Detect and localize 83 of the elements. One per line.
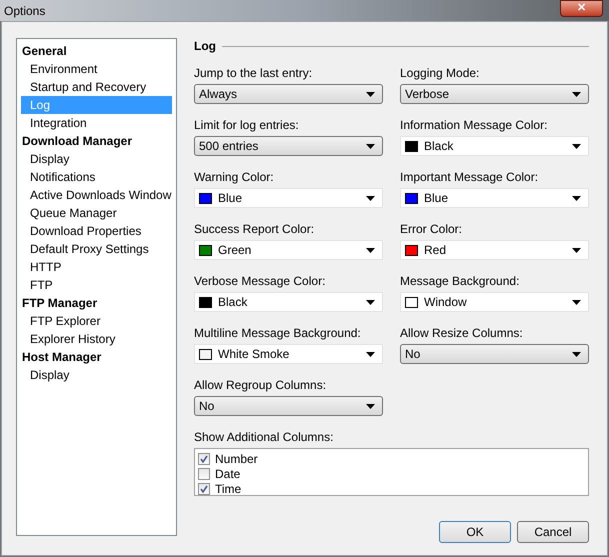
dropdown[interactable]: No: [400, 344, 589, 364]
field-label: Show Additional Columns:: [194, 430, 334, 444]
dropdown-value: Red: [424, 242, 446, 259]
dropdown-caret-icon: [366, 92, 375, 96]
field-label: Success Report Color:: [194, 222, 316, 236]
color-dropdown[interactable]: Black: [194, 292, 383, 312]
tree-item[interactable]: Environment: [21, 60, 172, 78]
dropdown-value: Black: [424, 138, 454, 155]
dropdown-value: 500 entries: [199, 138, 258, 155]
color-dropdown[interactable]: Window: [400, 292, 589, 312]
field-label: Information Message Color:: [400, 118, 548, 132]
window-title: Options: [3, 3, 46, 20]
tree-group-label[interactable]: FTP Manager: [21, 294, 172, 312]
tree-item[interactable]: Explorer History: [21, 330, 172, 348]
field-label: Error Color:: [400, 222, 464, 236]
dropdown-caret-icon: [572, 300, 581, 304]
field-label: Limit for log entries:: [194, 118, 300, 132]
tree-item[interactable]: FTP: [21, 276, 172, 294]
tree-item[interactable]: FTP Explorer: [21, 312, 172, 330]
field-label: Allow Resize Columns:: [400, 326, 524, 340]
color-dropdown[interactable]: Black: [400, 136, 589, 156]
color-dropdown[interactable]: Green: [194, 240, 383, 260]
field-label: Message Background:: [400, 274, 520, 288]
tree-item[interactable]: Notifications: [21, 168, 172, 186]
checkmark-icon: [200, 454, 208, 462]
field-label: Warning Color:: [194, 170, 275, 184]
dropdown-value: Black: [218, 294, 248, 311]
dropdown-caret-icon: [572, 248, 581, 252]
tree-item[interactable]: Display: [21, 150, 172, 168]
checkbox[interactable]: [198, 482, 210, 494]
dropdown-value: Green: [218, 242, 252, 259]
checkmark-icon: [200, 484, 208, 492]
dropdown-value: No: [405, 346, 420, 363]
dropdown-caret-icon: [366, 300, 375, 304]
dropdown-caret-icon: [366, 196, 375, 200]
checkbox-label: Time: [215, 480, 242, 498]
tree-item[interactable]: Download Properties: [21, 222, 172, 240]
color-dropdown[interactable]: Blue: [400, 188, 589, 208]
tree-item[interactable]: Active Downloads Window: [21, 186, 172, 204]
dropdown-value: Window: [424, 294, 467, 311]
tree-item[interactable]: Startup and Recovery: [21, 78, 172, 96]
tree-item[interactable]: Queue Manager: [21, 204, 172, 222]
tree-item[interactable]: HTTP: [21, 258, 172, 276]
tree-item[interactable]: Default Proxy Settings: [21, 240, 172, 258]
field-label: Logging Mode:: [400, 66, 480, 80]
field-label: Important Message Color:: [400, 170, 540, 184]
dropdown-value: No: [199, 398, 214, 415]
dropdown-caret-icon: [572, 196, 581, 200]
dropdown-caret-icon: [366, 248, 375, 252]
checkbox-label: Date: [215, 466, 240, 482]
dropdown-caret-icon: [572, 352, 581, 356]
dropdown-caret-icon: [366, 144, 375, 148]
field-label: Verbose Message Color:: [194, 274, 326, 288]
color-dropdown[interactable]: Red: [400, 240, 589, 260]
tree-group-label[interactable]: Download Manager: [21, 132, 172, 150]
field-label: Multiline Message Background:: [194, 326, 362, 340]
section-title: Log: [194, 38, 216, 55]
dropdown-caret-icon: [572, 92, 581, 96]
dropdown-caret-icon: [366, 404, 375, 408]
dropdown-caret-icon: [572, 144, 581, 148]
tree-group-label[interactable]: General: [21, 42, 172, 60]
dialog-button[interactable]: Cancel: [517, 521, 589, 543]
dropdown-value: Blue: [218, 190, 242, 207]
tree-group-label[interactable]: Host Manager: [21, 348, 172, 366]
color-dropdown[interactable]: White Smoke: [194, 344, 383, 364]
tree-item[interactable]: Integration: [21, 114, 172, 132]
color-dropdown[interactable]: Blue: [194, 188, 383, 208]
dropdown-value: White Smoke: [218, 346, 290, 363]
dropdown[interactable]: 500 entries: [194, 136, 383, 156]
dropdown-value: Blue: [424, 190, 448, 207]
dropdown[interactable]: Always: [194, 84, 383, 104]
checkbox[interactable]: [198, 468, 210, 480]
tree-item[interactable]: Display: [21, 366, 172, 384]
field-label: Jump to the last entry:: [194, 66, 314, 80]
dropdown[interactable]: No: [194, 396, 383, 416]
checkbox[interactable]: [198, 452, 210, 464]
dropdown-value: Verbose: [405, 86, 450, 103]
dropdown[interactable]: Verbose: [400, 84, 589, 104]
field-label: Allow Regroup Columns:: [194, 378, 328, 392]
checkbox-label: Number: [215, 450, 258, 468]
dialog-button[interactable]: OK: [439, 521, 511, 543]
dropdown-caret-icon: [366, 352, 375, 356]
dropdown-value: Always: [199, 86, 238, 103]
